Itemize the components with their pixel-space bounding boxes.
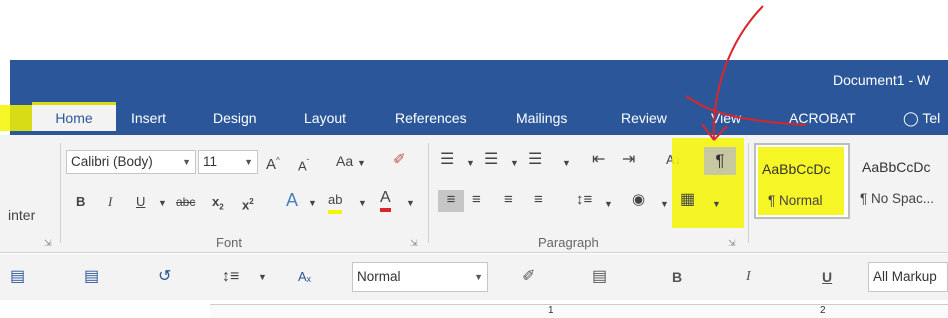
format-painter-label[interactable]: inter [8, 205, 35, 225]
tab-view[interactable]: View [711, 105, 741, 131]
tab-insert[interactable]: Insert [131, 105, 166, 131]
bold-button[interactable]: B [76, 192, 85, 212]
markup-select[interactable]: All Markup [868, 262, 948, 292]
highlight-dropdown-icon[interactable]: ▼ [358, 193, 367, 213]
borders-icon[interactable]: ▦ [680, 190, 695, 210]
tab-acrobat[interactable]: ACROBAT [789, 105, 856, 131]
show-hide-marks-button[interactable]: ¶ [704, 147, 736, 175]
decrease-indent-icon[interactable]: ⇤ [592, 150, 605, 170]
tab-design[interactable]: Design [213, 105, 257, 131]
text-style-icon[interactable]: Aₓ [298, 265, 311, 289]
shading-icon[interactable]: ◉ [632, 190, 645, 210]
italic-button[interactable]: I [108, 192, 112, 212]
font-size-value: 11 [203, 154, 218, 169]
ruler-mark-2: 2 [820, 305, 826, 316]
font-size-select[interactable]: 11 ▼ [198, 150, 258, 174]
style-normal[interactable]: AaBbCcDc ¶ Normal [754, 143, 850, 219]
markup-value: All Markup [873, 269, 937, 284]
font-family-value: Calibri (Body) [71, 154, 153, 169]
tell-me-label: Tel [922, 110, 941, 126]
strikethrough-button[interactable]: abc [176, 192, 195, 212]
style-name: ¶ No Spac... [860, 191, 935, 206]
grow-font-button[interactable]: A^ [266, 151, 280, 175]
line-spacing-icon[interactable]: ↕≡ [222, 265, 239, 289]
paragraph-launcher-icon[interactable]: ⇲ [728, 238, 736, 249]
underline-dropdown-icon[interactable]: ▼ [158, 193, 167, 213]
save-icon[interactable]: ▤ [10, 265, 25, 289]
style-no-spacing[interactable]: AaBbCcDc ¶ No Spac... [856, 143, 948, 219]
chevron-down-icon: ▼ [244, 157, 253, 167]
title-bar [10, 60, 948, 103]
ruler-mark-1: 1 [548, 305, 554, 316]
quick-style-value: Normal [357, 269, 401, 284]
tab-review[interactable]: Review [621, 105, 667, 131]
tab-references[interactable]: References [395, 105, 467, 131]
italic-button[interactable]: I [746, 265, 751, 289]
lightbulb-icon: ◯ [903, 110, 919, 126]
bullets-icon[interactable]: ☰ [440, 150, 454, 170]
bullets-dropdown-icon[interactable]: ▼ [466, 153, 475, 173]
qat-dropdown-icon[interactable]: ▼ [258, 265, 267, 289]
group-separator [748, 143, 749, 243]
save-as-icon[interactable]: ▤ [84, 265, 99, 289]
style-sample-text: AaBbCcDc [762, 161, 831, 177]
shrink-font-button[interactable]: Aˇ [298, 153, 309, 176]
group-separator [428, 143, 429, 243]
multilevel-list-icon[interactable]: ☰ [528, 150, 542, 170]
subscript-button[interactable]: x2 [212, 192, 224, 218]
multilevel-dropdown-icon[interactable]: ▼ [562, 153, 571, 173]
numbering-icon[interactable]: ☰ [484, 150, 498, 170]
tab-mailings[interactable]: Mailings [516, 105, 567, 131]
tab-layout[interactable]: Layout [304, 105, 346, 131]
highlight-color-button[interactable]: ab [328, 190, 343, 214]
paragraph-group-label: Paragraph [538, 235, 599, 250]
highlight-home-tab [0, 105, 32, 131]
bold-button[interactable]: B [672, 265, 682, 289]
group-separator [60, 143, 61, 243]
format-painter-icon[interactable]: ✐ [522, 265, 535, 289]
clipboard-launcher-icon[interactable]: ⇲ [44, 238, 52, 249]
align-left-icon[interactable]: ≡ [438, 190, 464, 212]
increase-indent-icon[interactable]: ⇥ [622, 150, 635, 170]
numbering-dropdown-icon[interactable]: ▼ [510, 153, 519, 173]
line-spacing-icon[interactable]: ↕≡ [576, 190, 592, 210]
font-launcher-icon[interactable]: ⇲ [410, 238, 418, 249]
underline-button[interactable]: U [136, 192, 145, 212]
text-effects-button[interactable]: A [286, 190, 298, 210]
quick-style-select[interactable]: Normal ▼ [352, 262, 488, 292]
undo-icon[interactable]: ↺ [158, 265, 171, 289]
chevron-down-icon: ▼ [474, 272, 483, 282]
justify-icon[interactable]: ≡ [534, 190, 543, 210]
underline-button[interactable]: U [822, 265, 832, 289]
horizontal-ruler: 1 2 [210, 304, 948, 318]
style-name: ¶ Normal [768, 193, 823, 208]
tell-me-box[interactable]: ◯ Tel [903, 105, 940, 131]
style-sample-text: AaBbCcDc [862, 159, 931, 175]
shading-dropdown-icon[interactable]: ▼ [660, 194, 669, 214]
align-right-icon[interactable]: ≡ [504, 190, 513, 210]
font-color-button[interactable]: A [380, 188, 391, 212]
change-case-button[interactable]: Aa ▼ [336, 151, 366, 173]
superscript-button[interactable]: x2 [242, 192, 254, 215]
borders-dropdown-icon[interactable]: ▼ [712, 194, 721, 214]
text-effects-dropdown-icon[interactable]: ▼ [308, 193, 317, 213]
chevron-down-icon: ▼ [182, 157, 191, 167]
clear-formatting-icon[interactable]: ✐ [393, 150, 406, 170]
font-family-select[interactable]: Calibri (Body) ▼ [66, 150, 196, 174]
font-color-dropdown-icon[interactable]: ▼ [406, 193, 415, 213]
font-group-label: Font [216, 235, 243, 250]
align-center-icon[interactable]: ≡ [472, 190, 481, 210]
page-break-icon[interactable]: ▤ [592, 265, 607, 289]
tab-home[interactable]: Home [32, 105, 116, 131]
document-title: Document1 - W [833, 72, 931, 88]
line-spacing-dropdown-icon[interactable]: ▼ [604, 194, 613, 214]
